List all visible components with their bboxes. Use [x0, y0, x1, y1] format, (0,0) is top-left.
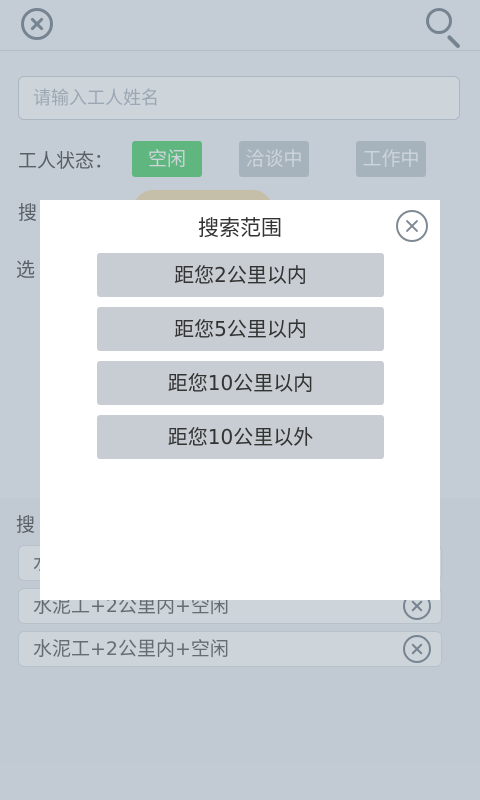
search-range-dialog: 搜索范围 距您2公里以内 距您5公里以内 距您10公里以内 距您10公里以外	[40, 200, 440, 600]
range-option-over-10km[interactable]: 距您10公里以外	[97, 415, 384, 459]
dialog-title: 搜索范围	[198, 216, 282, 240]
close-icon[interactable]	[396, 210, 428, 242]
range-option-5km[interactable]: 距您5公里以内	[97, 307, 384, 351]
range-option-10km[interactable]: 距您10公里以内	[97, 361, 384, 405]
range-option-2km[interactable]: 距您2公里以内	[97, 253, 384, 297]
